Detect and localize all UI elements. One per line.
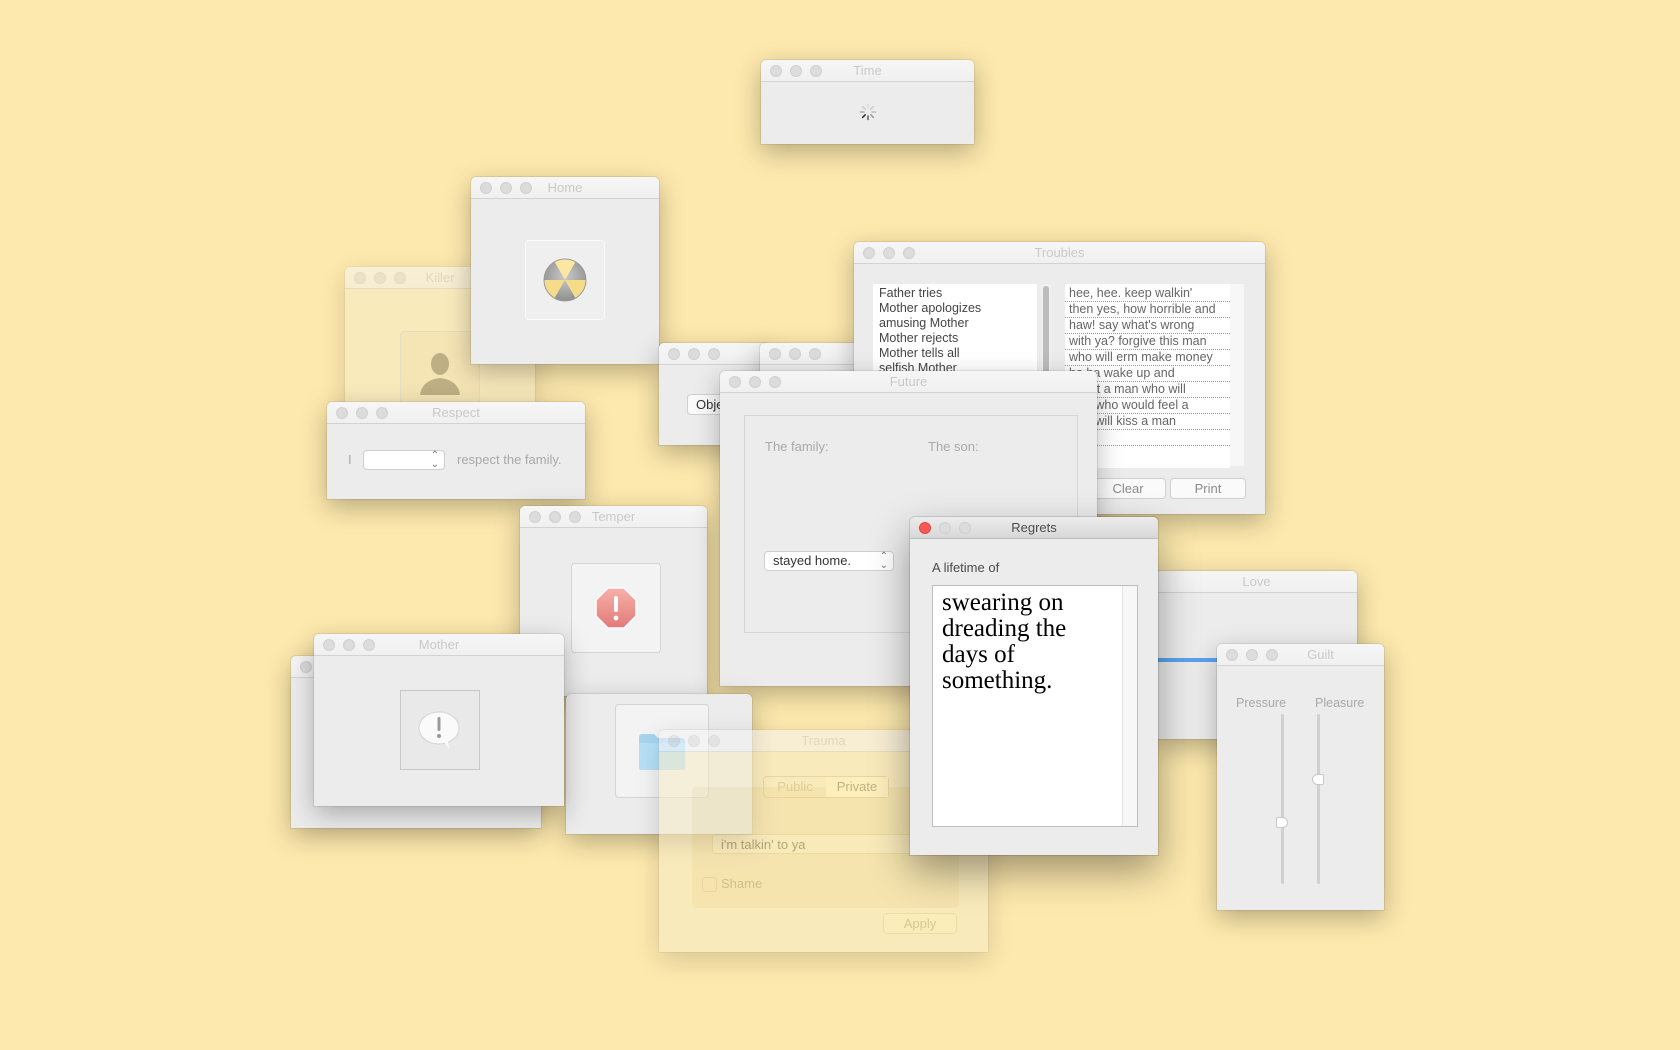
left-list-scrollbar[interactable] (1041, 284, 1051, 379)
apply-button[interactable]: Apply (883, 913, 957, 934)
zoom-button[interactable] (809, 348, 821, 360)
shame-label: Shame (721, 876, 763, 891)
list-item[interactable]: then yes, how horrible and (1065, 302, 1230, 318)
respect-suffix-label: respect the family. (457, 452, 562, 467)
list-item[interactable]: Father tries (873, 286, 1037, 301)
window-title: Mother (418, 637, 460, 652)
segment-private[interactable]: Private (826, 777, 888, 797)
zoom-button[interactable] (708, 348, 720, 360)
troubles-titlebar[interactable]: Troubles (854, 242, 1265, 264)
future-titlebar[interactable]: Future (720, 371, 1097, 393)
temper-titlebar[interactable]: Temper (520, 506, 707, 528)
window-title: Love (1242, 574, 1271, 589)
user-silhouette-icon (420, 353, 460, 395)
list-item[interactable]: who will erm make money (1065, 350, 1230, 366)
love-titlebar[interactable]: Love (1156, 571, 1357, 593)
updown-chevron-icon: ⌃ ⌄ (430, 450, 439, 470)
image-well[interactable] (400, 331, 480, 407)
respect-window: Respect I ⌃ ⌄ respect the family. (327, 402, 585, 499)
lifetime-label: A lifetime of (932, 560, 1000, 575)
regrets-window: Regrets A lifetime of swearing on dreadi… (910, 517, 1158, 855)
regrets-text-view[interactable]: swearing on dreading the days of somethi… (932, 585, 1138, 827)
public-private-segmented[interactable]: Public Private (763, 776, 889, 798)
updown-chevron-icon: ⌃ ⌄ (879, 551, 888, 571)
text-view-scrollbar[interactable] (1122, 586, 1137, 826)
son-label: The son: (928, 439, 979, 454)
loading-spinner-icon (859, 103, 877, 121)
trauma-text-field[interactable]: i'm talkin' to ya (712, 834, 942, 854)
future-select[interactable]: stayed home. ⌃ ⌄ (764, 551, 894, 571)
respect-prefix-label: I (348, 452, 352, 467)
pleasure-slider-knob[interactable] (1312, 774, 1324, 785)
select-value: stayed home. (773, 553, 852, 568)
minimize-button[interactable] (789, 348, 801, 360)
close-button[interactable] (1226, 649, 1238, 661)
list-item[interactable]: Mother rejects (873, 331, 1037, 346)
clear-button[interactable]: Clear (1090, 478, 1166, 499)
list-item[interactable]: with ya? forgive this man (1065, 334, 1230, 350)
minimize-button[interactable] (688, 348, 700, 360)
guilt-titlebar[interactable]: Guilt (1217, 644, 1384, 666)
troubles-left-list[interactable]: Father tries Mother apologizes amusing M… (873, 284, 1037, 381)
pleasure-label: Pleasure (1315, 696, 1365, 710)
list-item[interactable]: Mother tells all (873, 346, 1037, 361)
close-button[interactable] (668, 348, 680, 360)
list-item[interactable]: haw! say what's wrong (1065, 318, 1230, 334)
close-button[interactable] (769, 348, 781, 360)
regrets-titlebar[interactable]: Regrets (910, 517, 1158, 539)
mother-window: Mother (314, 634, 564, 806)
home-window: Home (471, 177, 659, 364)
window-title: Time (853, 63, 882, 78)
window-title: Guilt (1307, 647, 1334, 662)
objection-titlebar[interactable] (659, 343, 769, 365)
pleasure-slider[interactable] (1312, 714, 1324, 884)
family-label: The family: (765, 439, 829, 454)
guilt-window: Guilt Pressure Pleasure (1217, 644, 1384, 910)
pressure-slider-knob[interactable] (1276, 817, 1288, 828)
window-title: Respect (432, 405, 480, 420)
speech-alert-icon (418, 711, 460, 749)
window-title: Regrets (1011, 520, 1057, 535)
close-button[interactable] (300, 661, 312, 673)
respect-select[interactable]: ⌃ ⌄ (363, 450, 445, 470)
list-item[interactable]: amusing Mother (873, 316, 1037, 331)
window-title: Future (889, 374, 928, 389)
list-item[interactable]: hee, hee. keep walkin' (1065, 286, 1230, 302)
respect-titlebar[interactable]: Respect (327, 402, 585, 424)
pressure-label: Pressure (1236, 696, 1287, 710)
image-well[interactable] (571, 563, 661, 653)
burn-icon (543, 258, 587, 302)
stop-alert-icon (595, 587, 637, 629)
segment-public[interactable]: Public (764, 777, 826, 797)
image-well[interactable] (525, 240, 605, 320)
text-field-value: i'm talkin' to ya (721, 837, 806, 852)
image-well[interactable] (400, 690, 480, 770)
time-titlebar[interactable]: Time (761, 60, 974, 82)
window-title: Temper (591, 509, 636, 524)
print-button[interactable]: Print (1170, 478, 1246, 499)
mother-titlebar[interactable]: Mother (314, 634, 564, 656)
list-item[interactable]: Mother apologizes (873, 301, 1037, 316)
time-window: Time (761, 60, 974, 144)
window-title: Troubles (1034, 245, 1085, 260)
home-titlebar[interactable]: Home (471, 177, 659, 199)
right-list-scrollbar[interactable] (1230, 284, 1244, 466)
pressure-slider[interactable] (1276, 714, 1288, 884)
window-title: Home (547, 180, 583, 195)
shame-checkbox[interactable] (702, 877, 717, 892)
regrets-text: swearing on dreading the days of somethi… (942, 589, 1067, 694)
